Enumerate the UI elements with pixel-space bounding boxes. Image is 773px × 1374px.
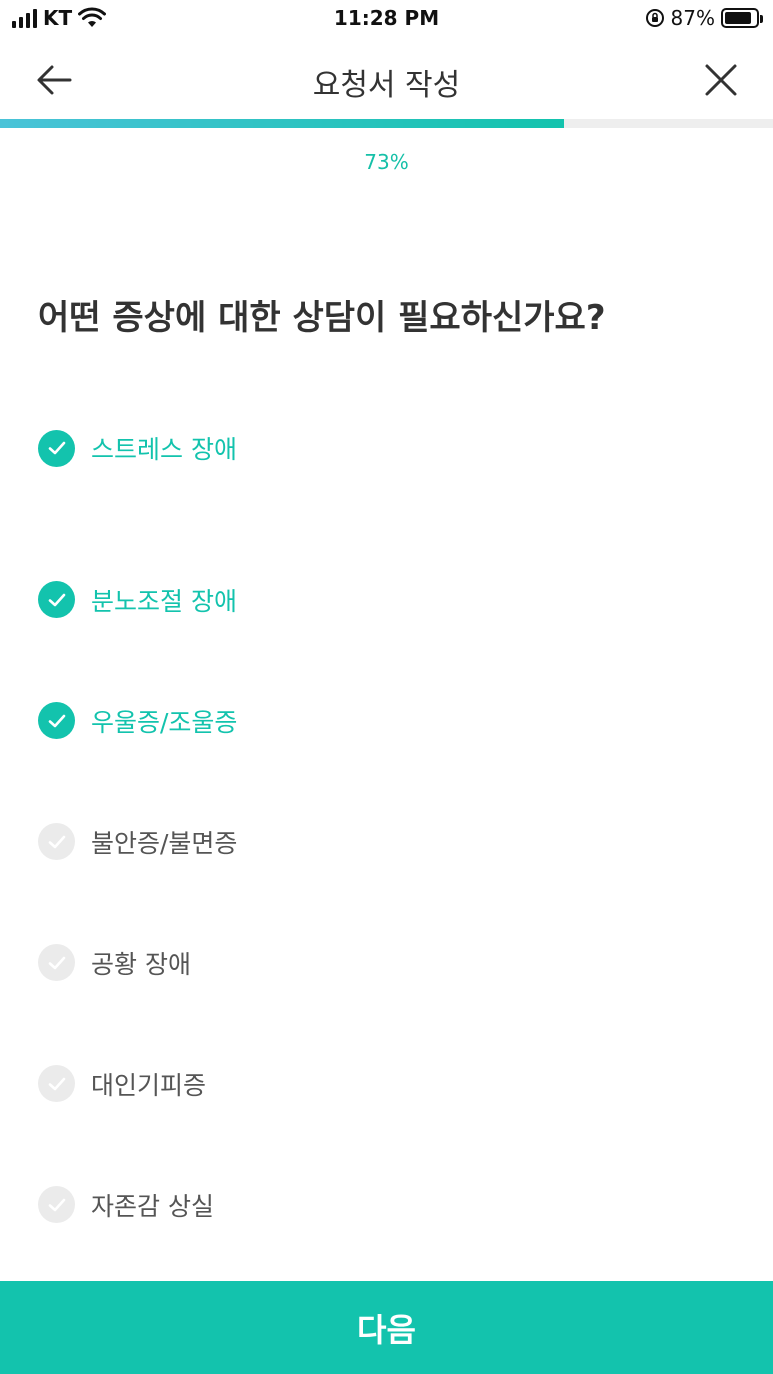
- option-label: 우울증/조울증: [91, 707, 238, 737]
- option-item[interactable]: 자존감 상실: [38, 1144, 738, 1265]
- close-icon: [705, 64, 737, 96]
- option-label: 자존감 상실: [91, 1191, 214, 1221]
- option-label: 스트레스 장애: [91, 435, 237, 464]
- option-label: 공황 장애: [91, 949, 191, 979]
- question-title: 어떤 증상에 대한 상담이 필요하신가요?: [38, 298, 606, 338]
- checkmark-icon: [38, 944, 75, 981]
- checkmark-icon: [38, 823, 75, 860]
- checkmark-icon: [38, 581, 75, 618]
- option-item[interactable]: 스트레스 장애: [38, 418, 738, 478]
- option-label: 대인기피증: [91, 1070, 207, 1100]
- battery-icon: [721, 8, 763, 28]
- status-bar: KT 11:28 PM 87%: [0, 0, 773, 40]
- checkmark-icon: [38, 1065, 75, 1102]
- checkmark-icon: [38, 1186, 75, 1223]
- close-button[interactable]: [697, 56, 745, 104]
- symptom-options-list: 스트레스 장애 분노조절 장애 우울증/조울증 불안증/불면증 공황 장애 대인…: [38, 418, 738, 1265]
- option-item[interactable]: 공황 장애: [38, 902, 738, 1023]
- progress-percent: 73%: [364, 150, 409, 174]
- orientation-lock-icon: [645, 9, 664, 27]
- battery-fill: [725, 12, 751, 24]
- option-item[interactable]: 우울증/조울증: [38, 660, 738, 781]
- status-bar-right: 87%: [645, 6, 763, 30]
- option-item[interactable]: 분노조절 장애: [38, 539, 738, 660]
- battery-percent: 87%: [670, 6, 715, 30]
- checkmark-icon: [38, 702, 75, 739]
- option-item[interactable]: 불안증/불면증: [38, 781, 738, 902]
- option-item[interactable]: 대인기피증: [38, 1023, 738, 1144]
- option-label: 분노조절 장애: [91, 586, 237, 616]
- battery-cap: [760, 15, 763, 23]
- checkmark-icon: [38, 429, 75, 467]
- app-header: 요청서 작성: [0, 40, 773, 118]
- progress-bar: [0, 119, 773, 128]
- progress-fill: [0, 119, 565, 128]
- page-title: 요청서 작성: [312, 68, 461, 103]
- option-label: 불안증/불면증: [91, 828, 238, 858]
- next-button[interactable]: 다음: [0, 1281, 773, 1374]
